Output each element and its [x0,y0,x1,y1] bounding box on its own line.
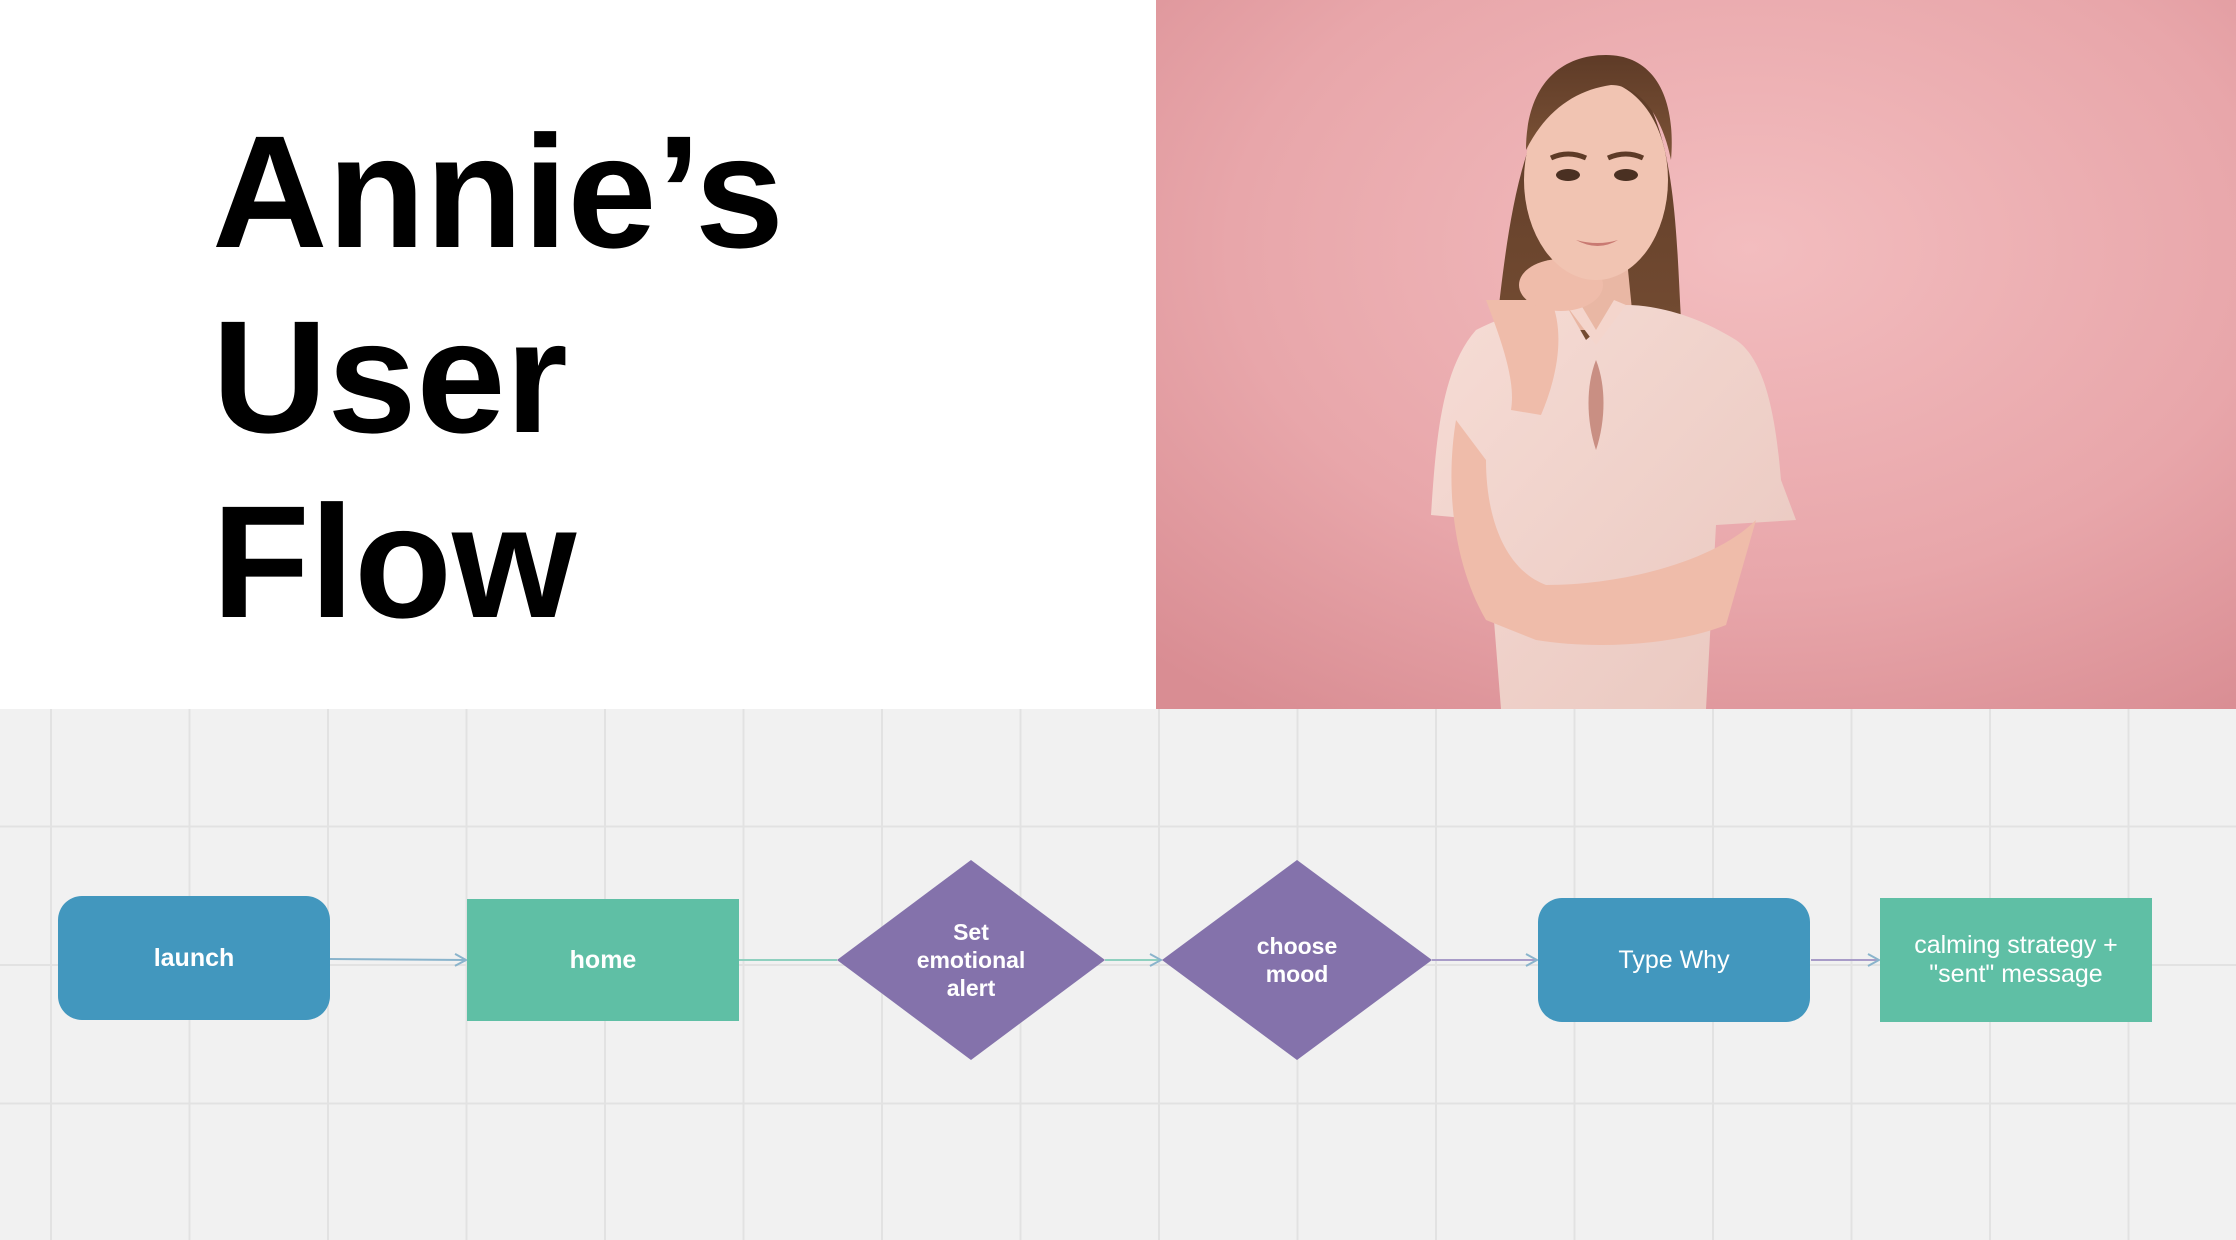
calming-strategy-label-line-2: "sent" message [1929,960,2103,988]
slide-title-line-1: Annie’s [212,102,784,281]
set-alert-node[interactable]: Set emotional alert [887,915,1055,1005]
launch-node[interactable]: launch [58,896,330,1020]
calming-strategy-label-line-1: calming strategy + [1914,931,2118,959]
title-panel: Annie’s User Flow [0,0,1156,709]
choose-mood-label-line-2: mood [1265,961,1329,987]
portrait-illustration [1156,0,2236,709]
choose-mood-node[interactable]: choose mood [1212,930,1382,990]
slide-title-line-3: Flow [212,472,577,651]
user-flow-diagram: launch home Set emotional alert choose m… [0,709,2236,1240]
portrait-photo [1156,0,2236,709]
set-alert-label-line-1: Set [953,919,989,945]
home-node-label: home [569,945,637,974]
slide-title-line-2: User [212,287,568,466]
set-alert-label-line-2: emotional [916,947,1026,973]
calming-strategy-node[interactable]: calming strategy + "sent" message [1880,898,2152,1022]
choose-mood-label-line-1: choose [1256,933,1338,959]
slide: Annie’s User Flow launch home Set emotio… [0,0,2236,1240]
home-node[interactable]: home [467,899,739,1021]
edge-launch-to-home [329,959,466,960]
set-alert-label-line-3: alert [946,975,996,1001]
type-why-node[interactable]: Type Why [1538,898,1810,1022]
launch-node-label: launch [153,943,235,972]
type-why-node-label: Type Why [1618,945,1730,974]
